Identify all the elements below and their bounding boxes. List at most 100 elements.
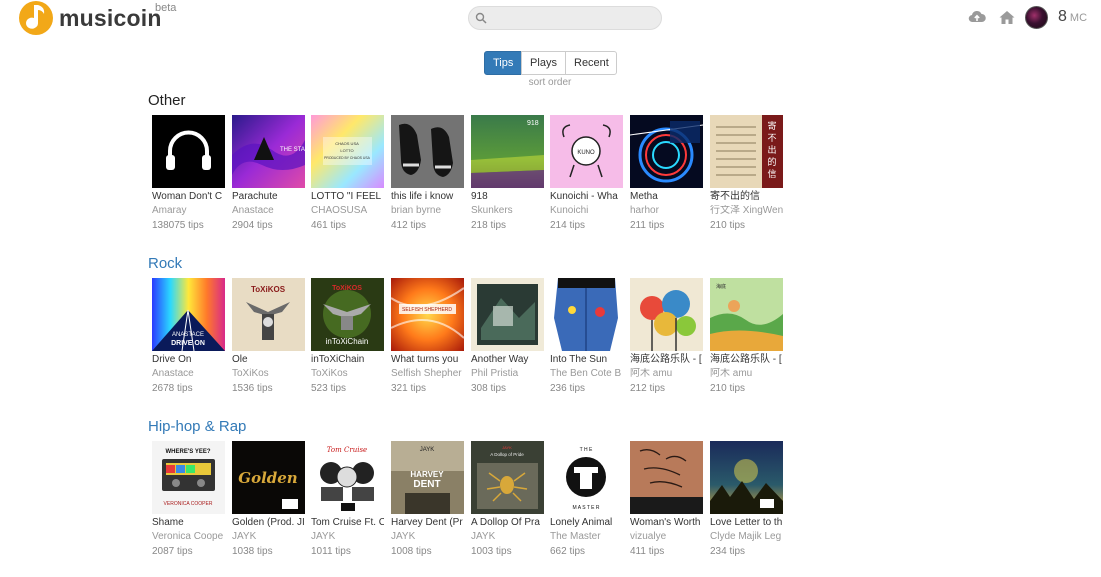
album-art[interactable]: JAYK HARVEY DENT [391, 441, 464, 514]
album-art[interactable]: Golden [232, 441, 305, 514]
track-card[interactable]: T H E M A S T E R Lonely Animal The Master 6… [550, 441, 624, 558]
track-artist[interactable]: Clyde Majik Leg [710, 531, 783, 543]
track-artist[interactable]: The Ben Cote B [550, 368, 623, 380]
album-art[interactable] [630, 278, 703, 351]
search-box[interactable] [468, 6, 662, 30]
track-card[interactable]: SELFISH SHEPHERD What turns you Selfish Sh… [391, 278, 465, 395]
album-art[interactable] [391, 115, 464, 188]
user-avatar[interactable] [1025, 6, 1048, 29]
track-title[interactable]: What turns you [391, 353, 464, 366]
track-card[interactable]: Metha harhor 211 tips [630, 115, 704, 232]
home-icon[interactable] [998, 9, 1016, 25]
track-artist[interactable]: JAYK [391, 531, 464, 543]
track-title[interactable]: Ole [232, 353, 305, 366]
track-artist[interactable]: Selfish Shepher [391, 368, 464, 380]
track-artist[interactable]: harhor [630, 205, 703, 217]
track-card[interactable]: CHAOS USA LOTTO PRODUCED BY CHAOS USA LOTTO… [311, 115, 385, 232]
track-artist[interactable]: 阿木 amu [630, 368, 703, 380]
track-title[interactable]: inToXiChain [311, 353, 384, 366]
track-card[interactable]: 寄不出的信寄不出的信 行文泽 XingWen 210 tips [710, 115, 784, 232]
track-artist[interactable]: Anastace [232, 205, 305, 217]
track-title[interactable]: 寄不出的信 [710, 190, 783, 203]
album-art[interactable] [630, 441, 703, 514]
track-card[interactable]: Woman Don't C Amaray 138075 tips [152, 115, 226, 232]
album-art[interactable] [471, 278, 544, 351]
track-artist[interactable]: Anastace [152, 368, 225, 380]
track-artist[interactable]: Phil Pristia [471, 368, 544, 380]
album-art[interactable]: SELFISH SHEPHERD [391, 278, 464, 351]
track-card[interactable]: Love Letter to th Clyde Majik Leg 234 tips [710, 441, 784, 558]
album-art[interactable] [710, 441, 783, 514]
track-card[interactable]: Woman's Worth vizualye 411 tips [630, 441, 704, 558]
track-title[interactable]: 海底公路乐队 - [ [710, 353, 783, 366]
track-artist[interactable]: Amaray [152, 205, 225, 217]
album-art[interactable] [550, 278, 623, 351]
track-title[interactable]: Golden (Prod. JI [232, 516, 305, 529]
track-title[interactable]: Metha [630, 190, 703, 203]
track-title[interactable]: 918 [471, 190, 544, 203]
track-title[interactable]: Shame [152, 516, 225, 529]
album-art[interactable]: T H E M A S T E R [550, 441, 623, 514]
album-art[interactable]: ANASTACE DRIVE ON [152, 278, 225, 351]
track-artist[interactable]: ToXiKos [232, 368, 305, 380]
album-art[interactable]: ToXiKOS inToXiChain [311, 278, 384, 351]
track-card[interactable]: 918 918 Skunkers 218 tips [471, 115, 545, 232]
track-title[interactable]: 海底公路乐队 - [ [630, 353, 703, 366]
track-artist[interactable]: Kunoichi [550, 205, 623, 217]
track-card[interactable]: Tom Cruise Tom Cruise Ft. C JAYK 1011 tips [311, 441, 385, 558]
brand-logo[interactable]: musicoin [17, 0, 162, 36]
track-title[interactable]: A Dollop Of Pra [471, 516, 544, 529]
sort-plays-button[interactable]: Plays [521, 51, 566, 75]
album-art[interactable] [630, 115, 703, 188]
track-title[interactable]: Woman's Worth [630, 516, 703, 529]
album-art[interactable]: WHERE'S YEE? VERONICA COOPER [152, 441, 225, 514]
album-art[interactable]: 寄不出的信 [710, 115, 783, 188]
track-title[interactable]: Drive On [152, 353, 225, 366]
track-title[interactable]: Into The Sun [550, 353, 623, 366]
track-artist[interactable]: Skunkers [471, 205, 544, 217]
section-title-hiphop[interactable]: Hip-hop & Rap [148, 418, 246, 435]
track-title[interactable]: Woman Don't C [152, 190, 225, 203]
track-title[interactable]: LOTTO "I FEEL L [311, 190, 384, 203]
track-card[interactable]: Another Way Phil Pristia 308 tips [471, 278, 545, 395]
track-artist[interactable]: The Master [550, 531, 623, 543]
track-card[interactable]: KUNO Kunoichi - Wha Kunoichi 214 tips [550, 115, 624, 232]
track-artist[interactable]: vizualye [630, 531, 703, 543]
section-title-rock[interactable]: Rock [148, 255, 182, 272]
track-card[interactable]: WHERE'S YEE? VERONICA COOPER Shame Veronica… [152, 441, 226, 558]
wallet-balance[interactable]: 8 MC [1058, 8, 1087, 26]
track-artist[interactable]: brian byrne [391, 205, 464, 217]
track-card[interactable]: Golden Golden (Prod. JI JAYK 1038 tips [232, 441, 306, 558]
album-art[interactable]: KUNO [550, 115, 623, 188]
track-title[interactable]: this life i know [391, 190, 464, 203]
track-card[interactable]: Into The Sun The Ben Cote B 236 tips [550, 278, 624, 395]
track-artist[interactable]: 阿木 amu [710, 368, 783, 380]
album-art[interactable]: ToXiKOS [232, 278, 305, 351]
album-art[interactable]: 海底 [710, 278, 783, 351]
track-artist[interactable]: Veronica Coope [152, 531, 225, 543]
album-art[interactable]: THE STAGE [232, 115, 305, 188]
track-artist[interactable]: CHAOSUSA [311, 205, 384, 217]
track-card[interactable]: ToXiKOS inToXiChain inToXiChain ToXiKos 523 … [311, 278, 385, 395]
track-card[interactable]: 海底公路乐队 - [阿木 amu 212 tips [630, 278, 704, 395]
sort-tips-button[interactable]: Tips [484, 51, 522, 75]
album-art[interactable] [152, 115, 225, 188]
track-card[interactable]: ANASTACE DRIVE ON Drive On Anastace 2678 tip… [152, 278, 226, 395]
track-title[interactable]: Love Letter to th [710, 516, 783, 529]
track-title[interactable]: Kunoichi - Wha [550, 190, 623, 203]
track-card[interactable]: JAYK HARVEY DENT Harvey Dent (Pr JAYK 1008 ti… [391, 441, 465, 558]
track-title[interactable]: Parachute [232, 190, 305, 203]
track-artist[interactable]: JAYK [311, 531, 384, 543]
album-art[interactable]: Tom Cruise [311, 441, 384, 514]
track-title[interactable]: Lonely Animal [550, 516, 623, 529]
search-input[interactable] [491, 9, 655, 27]
track-artist[interactable]: 行文泽 XingWen [710, 205, 783, 217]
track-artist[interactable]: JAYK [232, 531, 305, 543]
track-artist[interactable]: ToXiKos [311, 368, 384, 380]
track-card[interactable]: JAYK A Dollop of Pride A Dollop Of Pra JAYK… [471, 441, 545, 558]
track-artist[interactable]: JAYK [471, 531, 544, 543]
sort-recent-button[interactable]: Recent [565, 51, 617, 75]
track-card[interactable]: THE STAGE Parachute Anastace 2904 tips [232, 115, 306, 232]
track-title[interactable]: Tom Cruise Ft. C [311, 516, 384, 529]
upload-cloud-icon[interactable] [968, 9, 986, 25]
